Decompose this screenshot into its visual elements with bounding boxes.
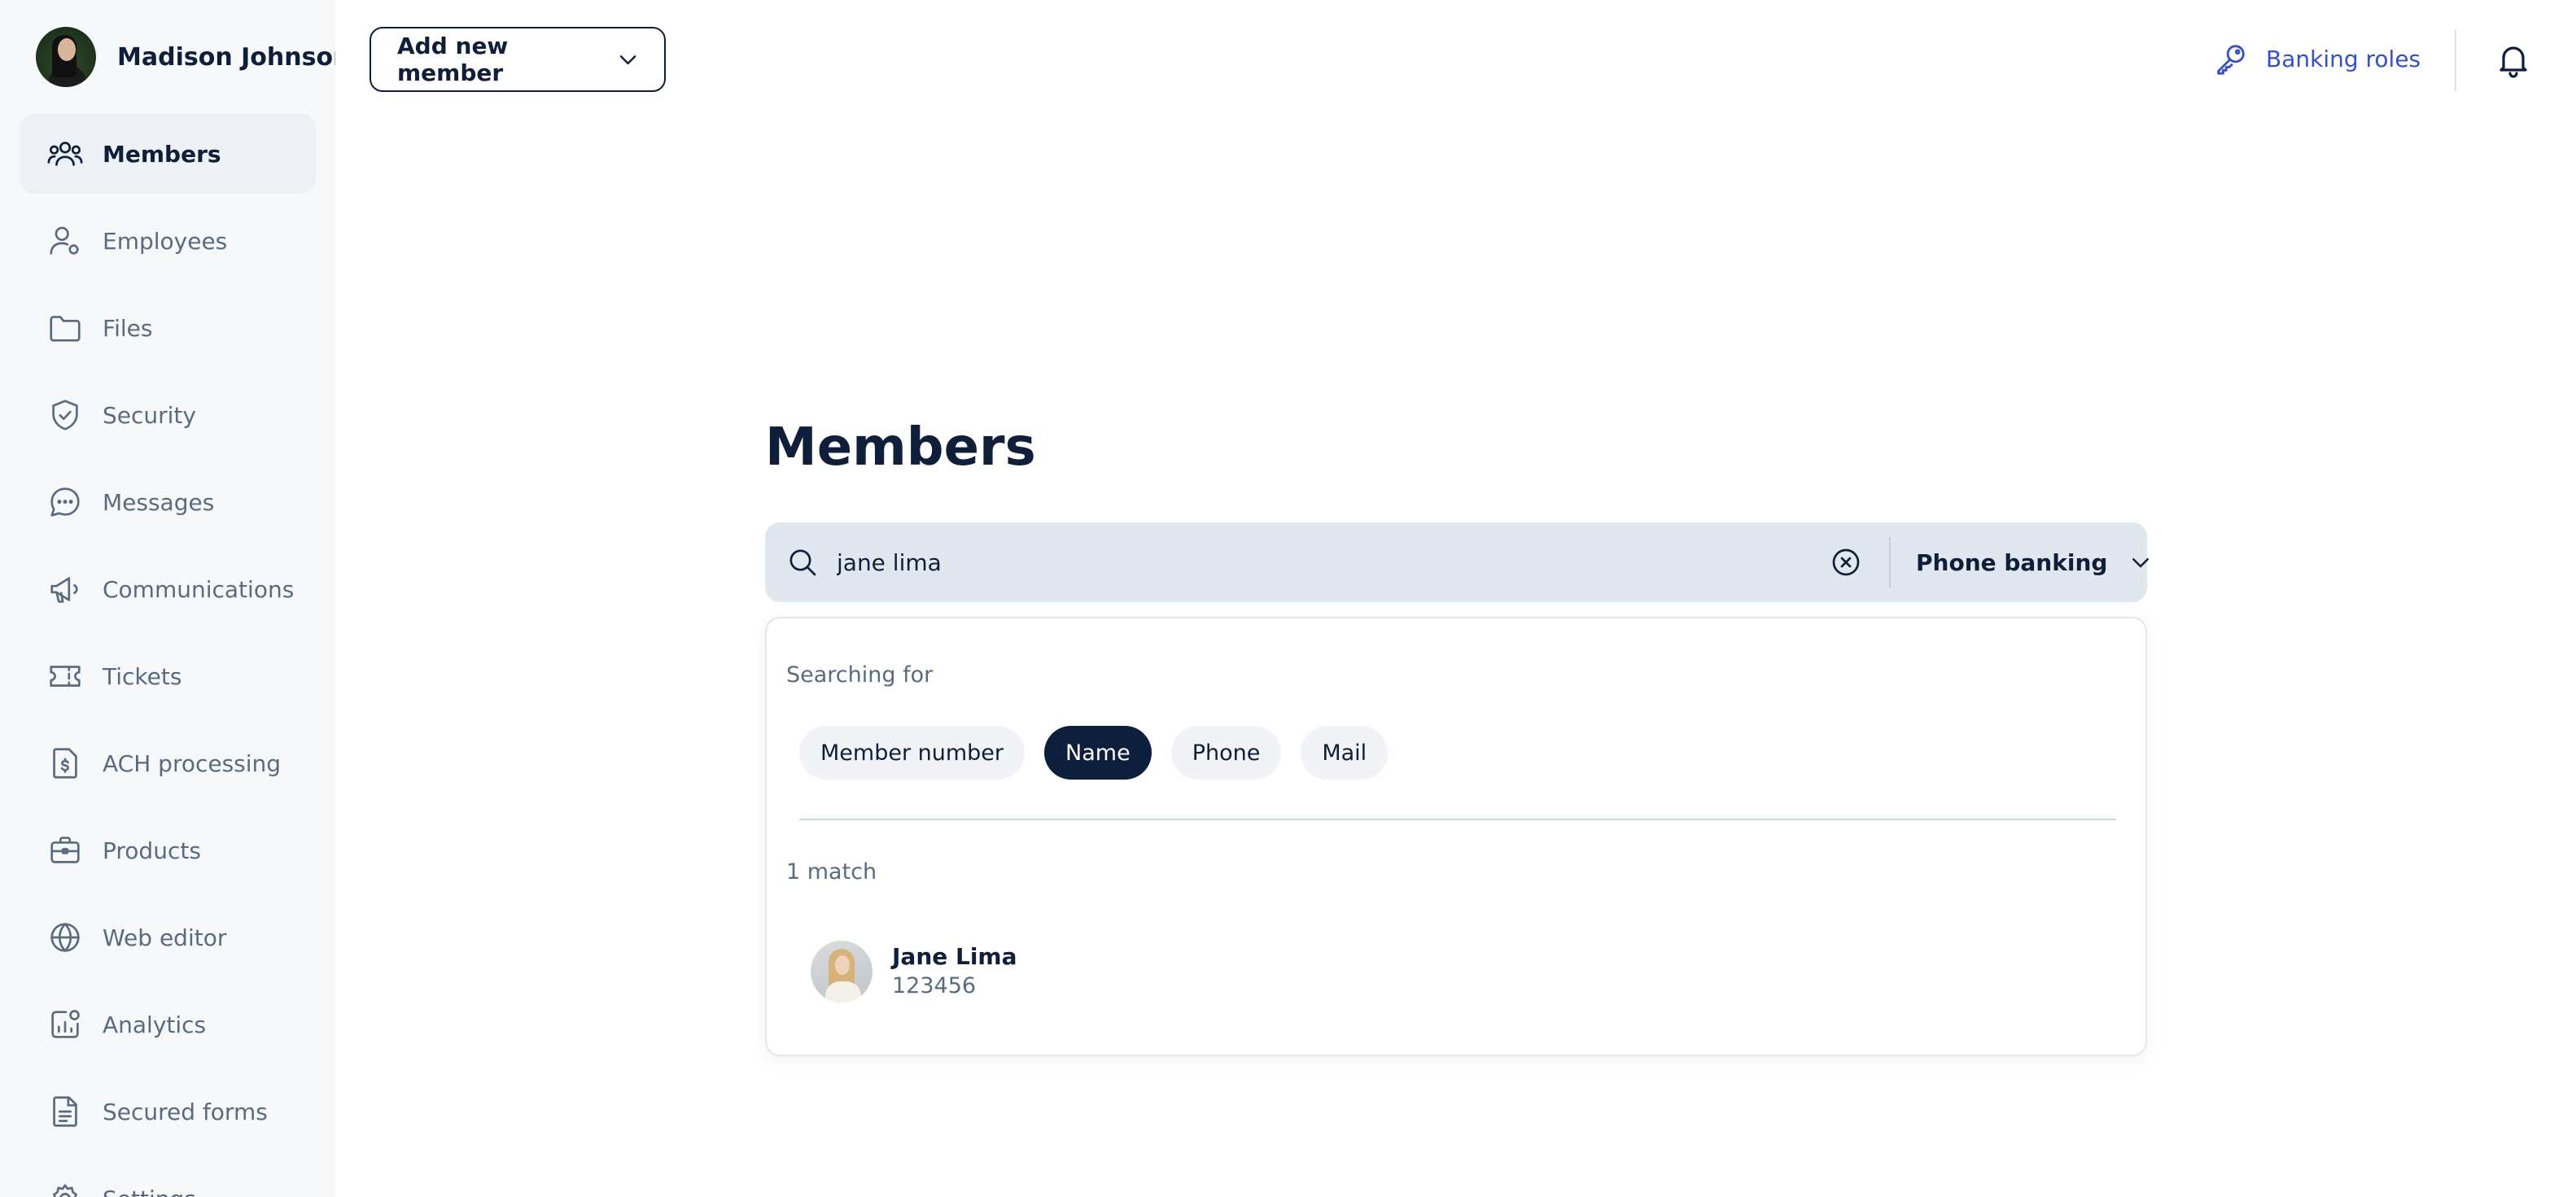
sidebar-item-label: Settings	[103, 1186, 196, 1197]
sidebar-item-label: Secured forms	[103, 1098, 268, 1125]
sidebar-item-products[interactable]: Products	[20, 810, 316, 890]
bell-icon[interactable]	[2494, 39, 2533, 80]
filter-chip-phone[interactable]: Phone	[1170, 726, 1282, 780]
sidebar-item-web-editor[interactable]: Web editor	[20, 898, 316, 977]
member-result-row[interactable]: Jane Lima 123456	[811, 941, 1017, 1003]
sidebar-item-label: Messages	[103, 488, 215, 516]
filter-chip-member-number[interactable]: Member number	[799, 726, 1026, 780]
gear-icon	[46, 1179, 85, 1197]
chevron-down-icon	[2132, 558, 2150, 568]
sidebar-item-label: Communications	[103, 575, 295, 603]
sidebar-item-secured-forms[interactable]: Secured forms	[20, 1072, 316, 1151]
search-scope-dropdown[interactable]: Phone banking	[1916, 522, 2153, 602]
shield-check-icon	[46, 395, 85, 435]
searching-for-label: Searching for	[786, 662, 934, 688]
sidebar-item-files[interactable]: Files	[20, 288, 316, 368]
banking-roles-label: Banking roles	[2266, 45, 2421, 72]
chevron-down-icon	[619, 55, 636, 65]
sidebar-item-members[interactable]: Members	[20, 114, 316, 194]
sidebar-item-communications[interactable]: Communications	[20, 549, 316, 629]
sidebar-item-settings[interactable]: Settings	[20, 1159, 316, 1197]
sidebar-item-label: Members	[103, 140, 221, 168]
search-results-panel: Searching for Member number Name Phone M…	[765, 617, 2147, 1056]
sidebar-item-employees[interactable]: Employees	[20, 201, 316, 281]
header-divider	[2455, 29, 2456, 91]
user-profile[interactable]: Madison Johnson	[36, 26, 335, 88]
member-search-bar: Phone banking	[765, 522, 2150, 602]
folder-icon	[46, 308, 85, 347]
banking-roles-link[interactable]: Banking roles	[2212, 36, 2421, 81]
sidebar-item-label: Security	[103, 401, 196, 429]
sidebar-item-label: Analytics	[103, 1011, 207, 1038]
results-divider	[799, 819, 2116, 820]
user-name: Madison Johnson	[117, 42, 335, 72]
sidebar-nav: Members Employees Files Security Message…	[20, 114, 316, 1197]
members-icon	[46, 134, 85, 173]
briefcase-icon	[46, 831, 85, 870]
search-divider	[1889, 537, 1891, 588]
sidebar-item-label: ACH processing	[103, 749, 282, 777]
search-icon	[789, 549, 816, 576]
sidebar-item-analytics[interactable]: Analytics	[20, 985, 316, 1064]
add-new-member-dropdown[interactable]: Add new member	[370, 27, 666, 92]
sidebar-item-label: Employees	[103, 227, 228, 255]
filter-chip-mail[interactable]: Mail	[1301, 726, 1389, 780]
sidebar-item-label: Products	[103, 837, 201, 864]
clear-search-icon[interactable]	[1830, 546, 1862, 579]
sidebar: Madison Johnson Members Employees Files …	[0, 0, 335, 1197]
sidebar-item-label: Web editor	[103, 924, 227, 951]
member-name: Jane Lima	[892, 943, 1017, 970]
page-title: Members	[765, 417, 1036, 478]
avatar	[811, 941, 873, 1003]
filter-chip-name[interactable]: Name	[1044, 726, 1152, 780]
avatar	[36, 27, 96, 87]
document-icon	[46, 1092, 85, 1131]
sidebar-item-ach-processing[interactable]: ACH processing	[20, 723, 316, 803]
add-new-member-label: Add new member	[397, 33, 509, 86]
sidebar-item-label: Files	[103, 314, 153, 342]
search-scope-label: Phone banking	[1916, 548, 2108, 576]
member-info: Jane Lima 123456	[892, 942, 1017, 1001]
search-filter-chips: Member number Name Phone Mail	[799, 726, 1407, 780]
sidebar-item-messages[interactable]: Messages	[20, 462, 316, 542]
key-icon	[2217, 45, 2245, 75]
search-input[interactable]	[835, 548, 1799, 577]
dollar-document-icon	[46, 744, 85, 783]
sidebar-item-security[interactable]: Security	[20, 375, 316, 455]
sidebar-item-tickets[interactable]: Tickets	[20, 636, 316, 716]
ticket-icon	[46, 657, 85, 696]
employee-icon	[46, 221, 85, 260]
chat-bubble-icon	[46, 483, 85, 522]
globe-icon	[46, 918, 85, 957]
megaphone-icon	[46, 570, 85, 609]
member-number: 123456	[892, 973, 977, 998]
match-count: 1 match	[786, 859, 877, 885]
analytics-icon	[46, 1005, 85, 1044]
sidebar-item-label: Tickets	[103, 662, 182, 690]
